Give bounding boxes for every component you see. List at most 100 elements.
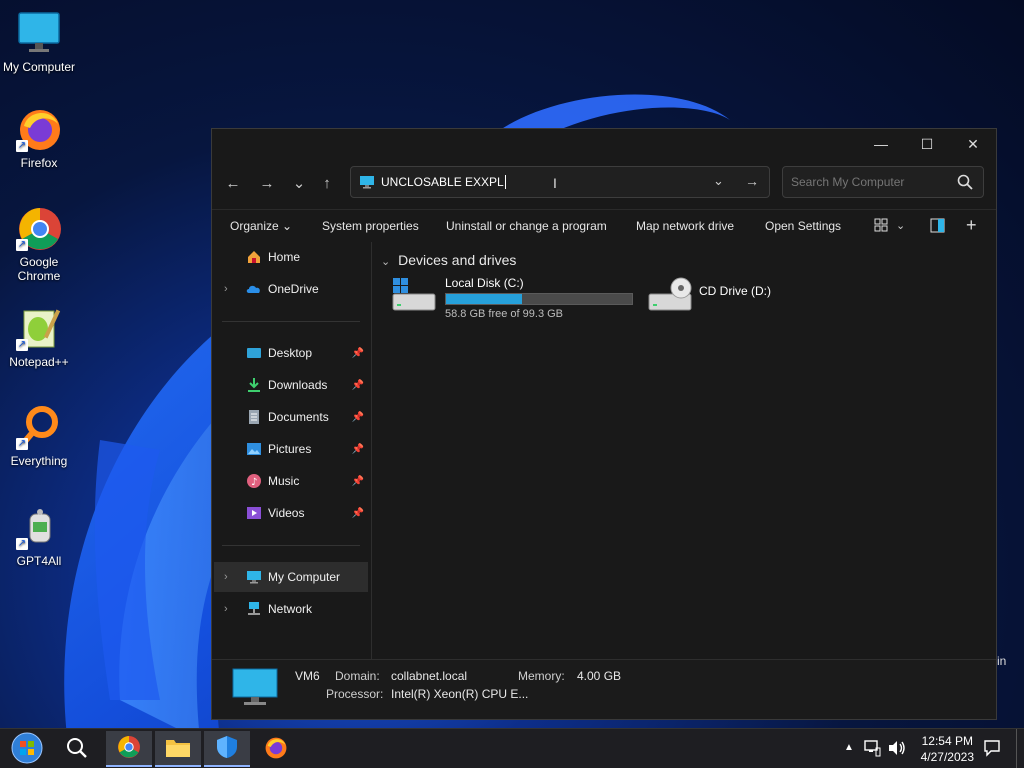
pin-icon[interactable]: 📌 [352,444,364,455]
shortcut-arrow-icon: ↗ [16,140,28,152]
volume-icon[interactable] [887,739,907,760]
explorer-window[interactable]: — ☐ ✕ ← → ⌄ ↑ UNCLOSABLE EXXPL I ⌄ → Org… [211,128,997,720]
minimize-button[interactable]: — [858,129,904,159]
address-input[interactable]: UNCLOSABLE EXXPL [381,175,504,189]
map-network-drive-button[interactable]: Map network drive [636,219,734,233]
taskbar-file-explorer[interactable] [155,731,201,767]
desktop-icon-chrome[interactable]: ↗ Google Chrome [2,205,76,283]
search-input[interactable] [791,175,941,189]
everything-search-icon: ↗ [16,404,62,450]
sidebar-item-onedrive[interactable]: › OneDrive [214,274,368,304]
go-button[interactable]: → [745,173,759,189]
domain-label: Domain: [335,669,380,683]
shortcut-arrow-icon: ↗ [16,239,28,251]
show-desktop-button[interactable] [1016,729,1024,768]
forward-button[interactable]: → [254,171,280,195]
taskbar-chrome[interactable] [106,731,152,767]
group-header-devices[interactable]: ⌄ Devices and drives [381,252,516,268]
desktop-icon-notepad-plus[interactable]: ↗ Notepad++ [2,305,76,369]
desktop-folder-icon [246,345,262,361]
drive-name: CD Drive (D:) [699,284,771,298]
uninstall-program-button[interactable]: Uninstall or change a program [446,219,607,233]
pin-icon[interactable]: 📌 [352,508,364,519]
monitor-icon [246,569,262,585]
up-button[interactable]: ↑ [314,171,340,195]
firefox-icon [264,736,288,763]
system-clock[interactable]: 12:54 PM 4/27/2023 [921,733,974,765]
navigation-pane: Home › OneDrive Desktop 📌 Downloads 📌 Do… [212,242,372,659]
taskbar-firefox[interactable] [253,731,299,767]
search-box[interactable] [782,166,984,198]
taskbar-search-button[interactable] [54,731,100,767]
start-button[interactable] [4,731,50,767]
drive-name: Local Disk (C:) [445,276,524,290]
chrome-icon [117,735,141,762]
title-bar[interactable]: — ☐ ✕ [212,129,996,161]
shortcut-arrow-icon: ↗ [16,339,28,351]
sidebar-item-my-computer[interactable]: › My Computer [214,562,368,592]
search-icon[interactable] [957,174,973,193]
sidebar-item-videos[interactable]: Videos 📌 [214,498,368,528]
notepad-plus-icon: ↗ [16,305,62,351]
view-options-icon[interactable]: ⌄ [874,218,905,232]
pin-icon[interactable]: 📌 [352,476,364,487]
chrome-icon: ↗ [16,205,62,251]
sidebar-item-music[interactable]: ♪ Music 📌 [214,466,368,496]
desktop-icon-firefox[interactable]: ↗ Firefox [2,106,76,170]
video-icon [246,505,262,521]
network-icon [246,601,262,617]
organize-menu[interactable]: Organize ⌄ [230,219,292,233]
desktop-icon-my-computer[interactable]: My Computer [2,10,76,74]
drive-cd-d[interactable]: CD Drive (D:) [647,276,771,316]
drive-free-space: 58.8 GB free of 99.3 GB [445,308,564,320]
desktop-icon-label: Firefox [20,156,58,170]
show-hidden-icons-button[interactable]: ▲ [844,742,854,753]
desktop-icon-label: My Computer [2,60,76,74]
sidebar-item-home[interactable]: Home [214,242,368,272]
cd-drive-icon [647,276,693,316]
pin-icon[interactable]: 📌 [352,348,364,359]
sidebar-item-downloads[interactable]: Downloads 📌 [214,370,368,400]
picture-icon [246,441,262,457]
memory-value: 4.00 GB [577,669,622,683]
sidebar-item-network[interactable]: › Network [214,594,368,624]
sidebar-item-pictures[interactable]: Pictures 📌 [214,434,368,464]
system-properties-button[interactable]: System properties [322,219,419,233]
address-dropdown-button[interactable]: ⌄ [713,173,724,189]
drive-usage-fill [446,294,523,304]
drive-usage-bar [445,293,633,305]
details-pane: VM6 Domain: collabnet.local Memory: 4.00… [212,659,996,719]
network-tray-icon[interactable] [863,739,881,760]
desktop-icon-label: Google Chrome [17,255,61,283]
chevron-right-icon[interactable]: › [224,603,228,615]
content-pane: ⌄ Devices and drives Local Disk (C:) 58.… [373,242,996,659]
pin-icon[interactable]: 📌 [352,412,364,423]
desktop-icon-label: Everything [10,454,68,468]
monitor-icon [359,175,375,189]
sidebar-item-documents[interactable]: Documents 📌 [214,402,368,432]
open-settings-button[interactable]: Open Settings [765,219,841,233]
desktop-icon-everything[interactable]: ↗ Everything [2,404,76,468]
taskbar-defender[interactable] [204,731,250,767]
recent-locations-button[interactable]: ⌄ [286,171,312,195]
chevron-right-icon[interactable]: › [224,571,228,583]
back-button[interactable]: ← [220,171,246,195]
shortcut-arrow-icon: ↗ [16,438,28,450]
add-icon[interactable]: + [966,215,977,236]
document-icon [246,409,262,425]
address-bar[interactable]: UNCLOSABLE EXXPL I ⌄ → [350,166,770,198]
desktop-icon-gpt4all[interactable]: ↗ GPT4All [2,504,76,568]
maximize-button[interactable]: ☐ [904,129,950,159]
text-caret [504,175,506,190]
close-button[interactable]: ✕ [950,129,996,159]
desktop-icon-label: Notepad++ [9,355,69,369]
notification-icon[interactable] [983,739,1001,760]
drive-local-disk-c[interactable]: Local Disk (C:) 58.8 GB free of 99.3 GB [391,276,633,320]
clock-date: 4/27/2023 [920,750,974,764]
chevron-down-icon[interactable]: ⌄ [381,256,390,268]
sidebar-item-desktop[interactable]: Desktop 📌 [214,338,368,368]
pin-icon[interactable]: 📌 [352,380,364,391]
chevron-right-icon[interactable]: › [224,283,228,295]
shortcut-arrow-icon: ↗ [16,538,28,550]
preview-pane-icon[interactable] [930,218,945,236]
